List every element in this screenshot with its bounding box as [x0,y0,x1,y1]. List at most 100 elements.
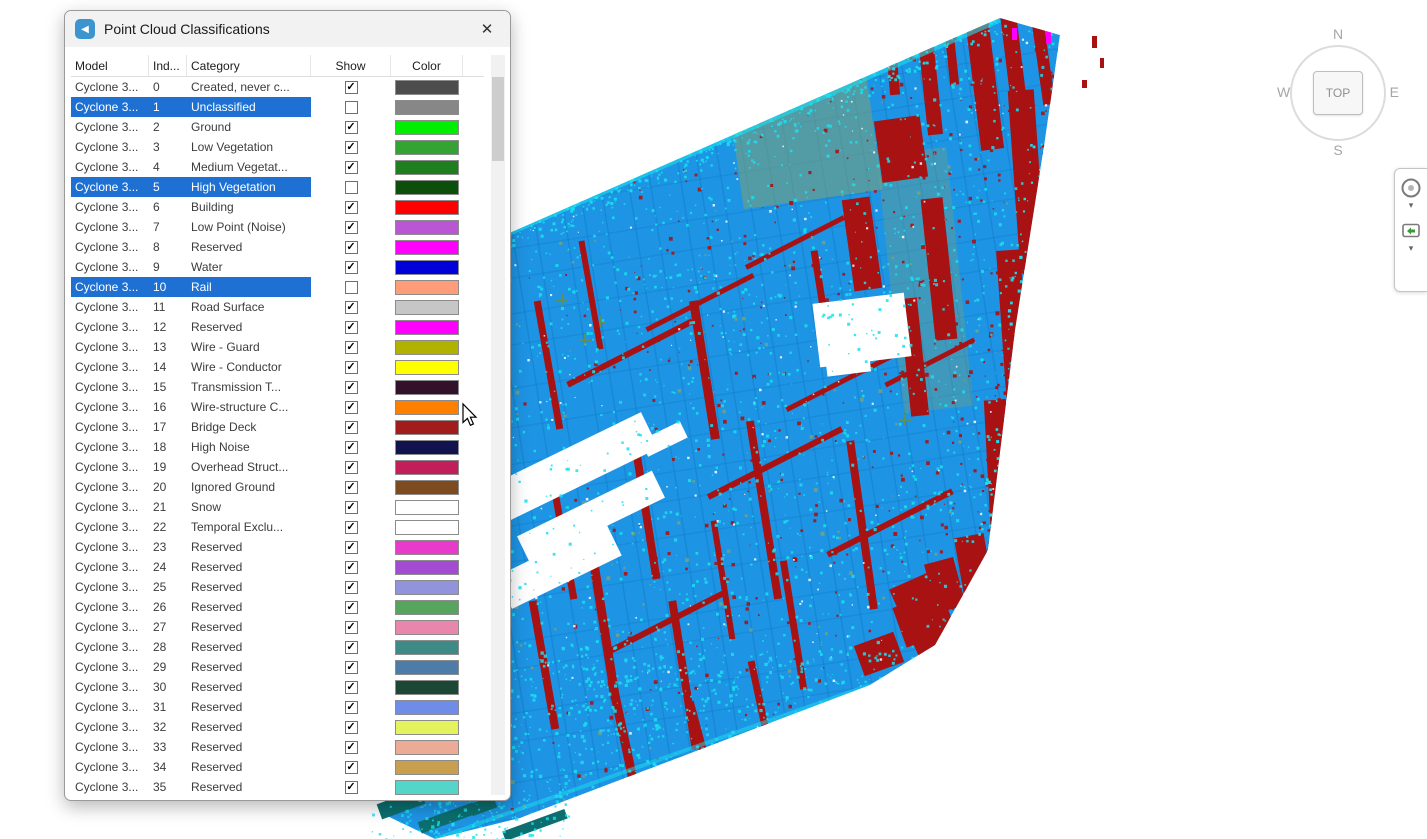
color-swatch[interactable] [395,620,459,635]
row-text-group[interactable]: Cyclone 3...24Reserved [71,557,311,577]
index-cell[interactable]: 31 [149,697,187,717]
table-row[interactable]: Cyclone 3...3Low Vegetation✓ [71,137,484,157]
category-cell[interactable]: Reserved [187,777,311,797]
model-cell[interactable]: Cyclone 3... [71,457,149,477]
color-swatch[interactable] [395,80,459,95]
category-cell[interactable]: Temporal Exclu... [187,517,311,537]
model-cell[interactable]: Cyclone 3... [71,157,149,177]
table-row[interactable]: Cyclone 3...30Reserved✓ [71,677,484,697]
row-text-group[interactable]: Cyclone 3...0Created, never c... [71,77,311,97]
model-cell[interactable]: Cyclone 3... [71,257,149,277]
color-swatch[interactable] [395,580,459,595]
show-checkbox[interactable]: ✓ [345,201,358,214]
category-cell[interactable]: Wire - Conductor [187,357,311,377]
color-swatch[interactable] [395,300,459,315]
column-header-index[interactable]: Ind... [149,55,187,76]
index-cell[interactable]: 27 [149,617,187,637]
show-checkbox[interactable]: ✓ [345,421,358,434]
column-header-model[interactable]: Model [71,55,149,76]
model-cell[interactable]: Cyclone 3... [71,297,149,317]
model-cell[interactable]: Cyclone 3... [71,197,149,217]
row-text-group[interactable]: Cyclone 3...30Reserved [71,677,311,697]
model-cell[interactable]: Cyclone 3... [71,657,149,677]
index-cell[interactable]: 13 [149,337,187,357]
table-row[interactable]: Cyclone 3...15Transmission T...✓ [71,377,484,397]
show-checkbox[interactable]: ✓ [345,461,358,474]
index-cell[interactable]: 35 [149,777,187,797]
show-checkbox[interactable]: ✓ [345,321,358,334]
color-swatch[interactable] [395,540,459,555]
view-compass[interactable]: N W E S TOP [1277,26,1399,158]
table-row[interactable]: Cyclone 3...10Rail [71,277,484,297]
index-cell[interactable]: 25 [149,577,187,597]
color-swatch[interactable] [395,440,459,455]
color-swatch[interactable] [395,200,459,215]
color-swatch[interactable] [395,180,459,195]
category-cell[interactable]: Water [187,257,311,277]
show-checkbox[interactable] [345,181,358,194]
category-cell[interactable]: Medium Vegetat... [187,157,311,177]
model-cell[interactable]: Cyclone 3... [71,537,149,557]
category-cell[interactable]: Low Point (Noise) [187,217,311,237]
table-row[interactable]: Cyclone 3...19Overhead Struct...✓ [71,457,484,477]
index-cell[interactable]: 19 [149,457,187,477]
table-row[interactable]: Cyclone 3...7Low Point (Noise)✓ [71,217,484,237]
color-swatch[interactable] [395,480,459,495]
color-swatch[interactable] [395,280,459,295]
model-cell[interactable]: Cyclone 3... [71,697,149,717]
model-cell[interactable]: Cyclone 3... [71,417,149,437]
table-row[interactable]: Cyclone 3...33Reserved✓ [71,737,484,757]
color-swatch[interactable] [395,380,459,395]
category-cell[interactable]: Wire-structure C... [187,397,311,417]
category-cell[interactable]: Reserved [187,697,311,717]
row-text-group[interactable]: Cyclone 3...7Low Point (Noise) [71,217,311,237]
category-cell[interactable]: Created, never c... [187,77,311,97]
table-row[interactable]: Cyclone 3...21Snow✓ [71,497,484,517]
model-cell[interactable]: Cyclone 3... [71,317,149,337]
table-row[interactable]: Cyclone 3...9Water✓ [71,257,484,277]
row-text-group[interactable]: Cyclone 3...25Reserved [71,577,311,597]
fit-view-icon[interactable] [1399,219,1423,243]
category-cell[interactable]: Low Vegetation [187,137,311,157]
index-cell[interactable]: 3 [149,137,187,157]
color-swatch[interactable] [395,720,459,735]
close-icon[interactable]: ✕ [472,15,502,43]
table-row[interactable]: Cyclone 3...14Wire - Conductor✓ [71,357,484,377]
color-swatch[interactable] [395,420,459,435]
index-cell[interactable]: 16 [149,397,187,417]
table-row[interactable]: Cyclone 3...13Wire - Guard✓ [71,337,484,357]
category-cell[interactable]: Ignored Ground [187,477,311,497]
row-text-group[interactable]: Cyclone 3...32Reserved [71,717,311,737]
row-text-group[interactable]: Cyclone 3...1Unclassified [71,97,311,117]
index-cell[interactable]: 30 [149,677,187,697]
color-swatch[interactable] [395,520,459,535]
model-cell[interactable]: Cyclone 3... [71,737,149,757]
model-cell[interactable]: Cyclone 3... [71,717,149,737]
show-checkbox[interactable]: ✓ [345,761,358,774]
color-swatch[interactable] [395,500,459,515]
model-cell[interactable]: Cyclone 3... [71,97,149,117]
table-row[interactable]: Cyclone 3...0Created, never c...✓ [71,77,484,97]
show-checkbox[interactable]: ✓ [345,721,358,734]
category-cell[interactable]: Reserved [187,577,311,597]
index-cell[interactable]: 10 [149,277,187,297]
table-row[interactable]: Cyclone 3...32Reserved ✓ [71,717,484,737]
table-row[interactable]: Cyclone 3...12Reserved✓ [71,317,484,337]
show-checkbox[interactable] [345,101,358,114]
category-cell[interactable]: Reserved [187,737,311,757]
category-cell[interactable]: Reserved [187,537,311,557]
show-checkbox[interactable]: ✓ [345,141,358,154]
table-row[interactable]: Cyclone 3...4Medium Vegetat...✓ [71,157,484,177]
model-cell[interactable]: Cyclone 3... [71,517,149,537]
model-cell[interactable]: Cyclone 3... [71,117,149,137]
category-cell[interactable]: Reserved [187,677,311,697]
category-cell[interactable]: Reserved [187,617,311,637]
color-swatch[interactable] [395,760,459,775]
row-text-group[interactable]: Cyclone 3...2Ground [71,117,311,137]
show-checkbox[interactable]: ✓ [345,361,358,374]
category-cell[interactable]: High Noise [187,437,311,457]
index-cell[interactable]: 12 [149,317,187,337]
row-text-group[interactable]: Cyclone 3...15Transmission T... [71,377,311,397]
row-text-group[interactable]: Cyclone 3...10Rail [71,277,311,297]
category-cell[interactable]: Wire - Guard [187,337,311,357]
